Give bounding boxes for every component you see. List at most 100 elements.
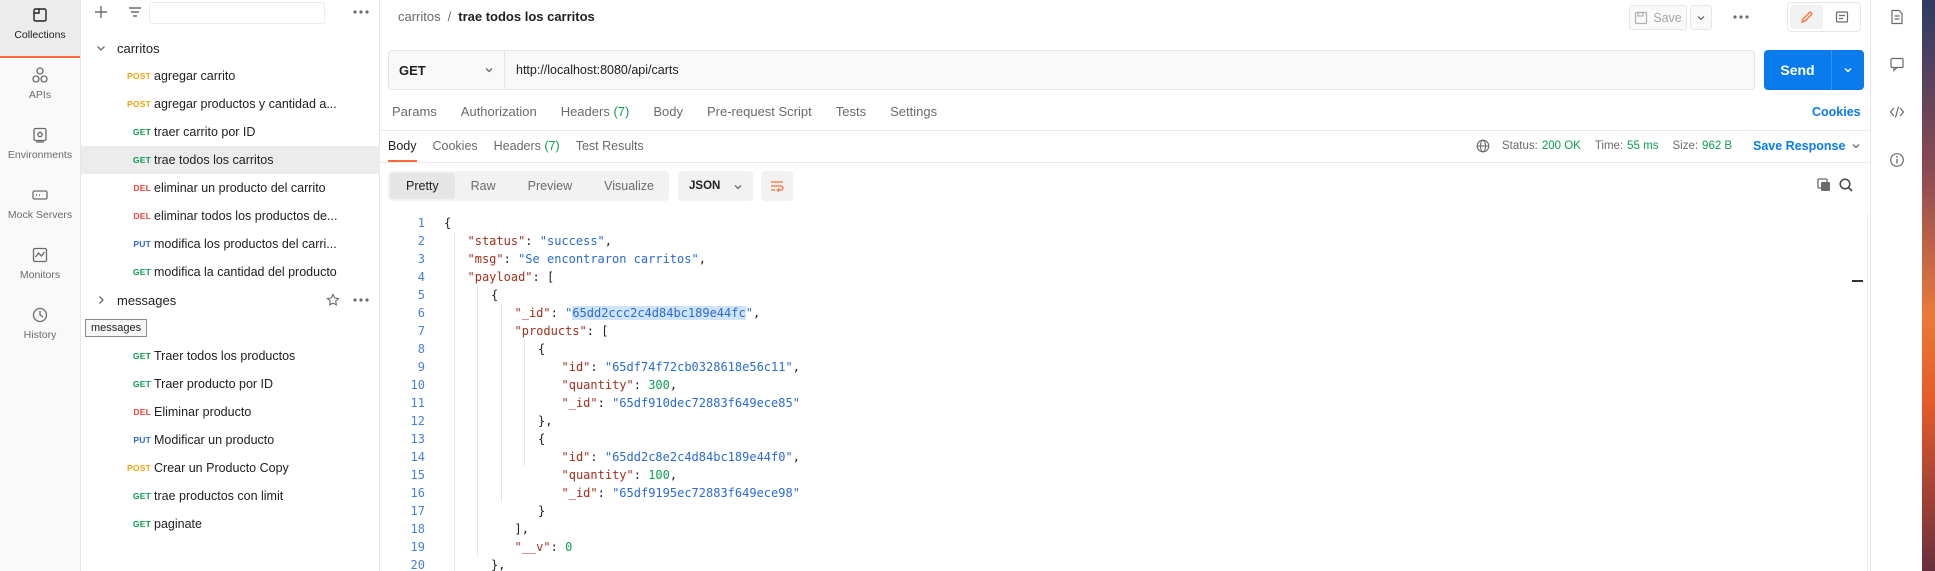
tab-headers[interactable]: Headers (7) (561, 104, 630, 119)
rail-history[interactable]: History (0, 300, 80, 358)
request-item[interactable]: POST Crear un Producto Copy (81, 454, 380, 482)
request-item[interactable]: DEL eliminar un producto del carrito (81, 174, 380, 202)
request-label: Traer todos los productos (154, 349, 296, 363)
tab-label: Headers (560, 104, 610, 119)
collection-folder[interactable]: messages (81, 286, 380, 314)
format-preview[interactable]: Preview (512, 173, 588, 199)
request-item[interactable]: GET trae todos los carritos (81, 146, 380, 174)
token: , (752, 306, 761, 320)
token: "payload" (467, 270, 533, 284)
tab-pre-request-script[interactable]: Pre-request Script (707, 104, 812, 119)
tab-body[interactable]: Body (653, 104, 683, 119)
line-number: 17 (410, 504, 425, 518)
plus-icon[interactable] (93, 4, 109, 20)
code-line: 14 "id": "65dd2c8e2c4d84bc189e44f0", (380, 448, 1860, 466)
response-tab-cookies[interactable]: Cookies (433, 138, 478, 162)
scrollbar-marker[interactable] (1852, 280, 1863, 282)
tab-params[interactable]: Params (392, 104, 437, 119)
token: : (525, 234, 540, 248)
response-tab-body[interactable]: Body (388, 138, 417, 162)
http-method-select[interactable]: GET (389, 51, 505, 89)
breadcrumb: carritos / trae todos los carritos (398, 9, 595, 24)
code-line: 3 "msg": "Se encontraron carritos", (380, 250, 1860, 268)
send-options-button[interactable] (1832, 65, 1864, 75)
info-icon[interactable] (1889, 152, 1905, 168)
response-body-editor[interactable]: 1{2 "status": "success", 3 "msg": "Se encon… (380, 214, 1860, 571)
response-tab-test-results[interactable]: Test Results (576, 138, 644, 162)
status-key: Status: (1502, 140, 1538, 152)
comments-icon[interactable] (1889, 56, 1905, 72)
response-tab-headers[interactable]: Headers (7) (494, 138, 560, 162)
send-button[interactable]: Send (1764, 50, 1864, 90)
format-visualize[interactable]: Visualize (588, 173, 670, 199)
size-key: Size: (1672, 140, 1699, 152)
sidebar-search-input[interactable] (149, 2, 325, 24)
rail-apis[interactable]: APIs (0, 60, 80, 118)
token: : (550, 306, 566, 320)
breadcrumb-parent[interactable]: carritos (398, 9, 441, 24)
view-mode-toggle (1787, 2, 1861, 32)
divider (1867, 214, 1868, 571)
request-item[interactable]: POST agregar carrito (81, 62, 380, 90)
code-line: 7 "products": [ (380, 322, 1860, 340)
save-button[interactable]: Save (1629, 5, 1687, 30)
request-item[interactable]: DEL Eliminar producto (81, 398, 380, 426)
copy-icon[interactable] (1816, 177, 1832, 193)
request-item[interactable]: POST agregar productos y cantidad a... (81, 90, 380, 118)
request-item[interactable]: GET modifica la cantidad del producto (81, 258, 380, 286)
url-input[interactable] (505, 51, 1754, 89)
globe-icon[interactable] (1476, 139, 1490, 153)
request-item[interactable]: PUT modifica los productos del carri... (81, 230, 380, 258)
size-value[interactable]: 962 B (1702, 140, 1732, 152)
chevron-down-icon (734, 185, 742, 190)
request-item[interactable]: GET Traer todos los productos (81, 342, 380, 370)
more-options-icon[interactable] (351, 295, 371, 305)
language-select[interactable]: JSON (678, 171, 753, 201)
tab-tests[interactable]: Tests (836, 104, 866, 119)
request-item[interactable]: GET Traer producto por ID (81, 370, 380, 398)
wrap-lines-button[interactable] (761, 171, 793, 201)
collection-folder[interactable]: ctosmessages (81, 314, 380, 342)
request-item[interactable]: DEL eliminar todos los productos de... (81, 202, 380, 230)
more-actions-icon[interactable] (1730, 10, 1752, 24)
chevron-down-icon (1697, 15, 1705, 20)
apis-icon (32, 67, 48, 83)
format-raw[interactable]: Raw (455, 173, 512, 199)
documentation-icon[interactable] (1889, 9, 1905, 25)
save-response-button[interactable]: Save Response (1753, 139, 1861, 153)
status-value[interactable]: 200 OK (1542, 140, 1581, 152)
request-item[interactable]: GET trae productos con limit (81, 482, 380, 510)
time-value[interactable]: 55 ms (1627, 140, 1658, 152)
more-options-icon[interactable] (351, 5, 371, 19)
breadcrumb-current[interactable]: trae todos los carritos (458, 9, 595, 24)
rail-label: Mock Servers (7, 209, 73, 221)
filter-icon[interactable] (127, 4, 143, 20)
request-label: Traer producto por ID (154, 377, 274, 391)
request-item[interactable]: GET traer carrito por ID (81, 118, 380, 146)
request-label: agregar productos y cantidad a... (154, 97, 337, 111)
code-line: 12}, (380, 412, 1860, 430)
rail-environments[interactable]: Environments (0, 120, 80, 178)
collection-folder[interactable]: carritos (81, 34, 380, 62)
comment-mode-button[interactable] (1825, 5, 1858, 29)
request-item[interactable]: GET paginate (81, 510, 380, 538)
chevron-down-icon[interactable] (95, 42, 107, 54)
token: : (597, 486, 613, 500)
token: : (633, 468, 649, 482)
search-icon[interactable] (1838, 177, 1854, 193)
rail-monitors[interactable]: Monitors (0, 240, 80, 298)
edit-mode-button[interactable] (1790, 5, 1823, 29)
star-icon[interactable] (326, 293, 340, 307)
rail-mock-servers[interactable]: Mock Servers (0, 180, 80, 238)
code-icon[interactable] (1889, 104, 1905, 120)
chevron-right-icon[interactable] (95, 294, 107, 306)
cookies-link[interactable]: Cookies (1812, 105, 1861, 119)
tab-authorization[interactable]: Authorization (461, 104, 537, 119)
rail-collections[interactable]: Collections (0, 0, 80, 58)
save-options-button[interactable] (1690, 5, 1712, 30)
request-label: eliminar todos los productos de... (154, 209, 338, 223)
request-item[interactable]: PUT Modificar un producto (81, 426, 380, 454)
format-pretty[interactable]: Pretty (390, 173, 455, 199)
tab-label: Headers (493, 139, 541, 153)
tab-settings[interactable]: Settings (890, 104, 937, 119)
